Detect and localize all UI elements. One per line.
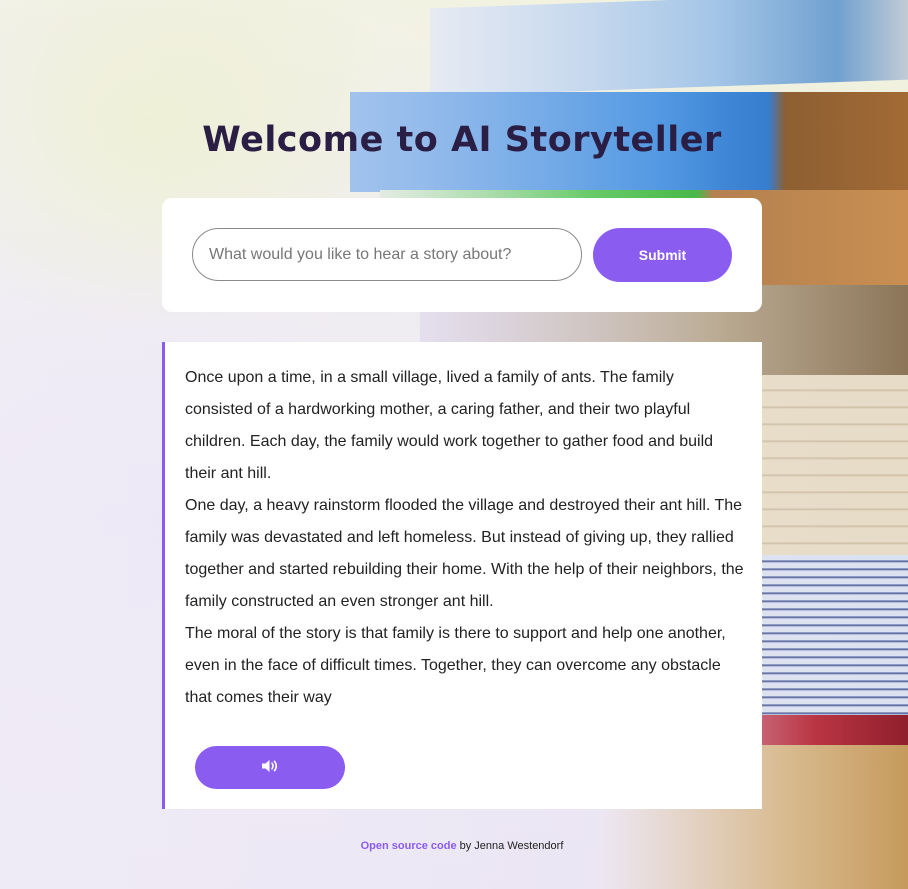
story-topic-input[interactable] [192, 228, 582, 281]
story-paragraph: One day, a heavy rainstorm flooded the v… [185, 497, 744, 610]
story-text: Once upon a time, in a small village, li… [185, 362, 745, 714]
story-paragraph: Once upon a time, in a small village, li… [185, 369, 714, 482]
prompt-card: Submit [162, 198, 762, 312]
footer: Open source code by Jenna Westendorf [0, 840, 908, 852]
page-title: Welcome to AI Storyteller [202, 120, 722, 160]
speaker-volume-icon [261, 759, 279, 776]
footer-author: by Jenna Westendorf [456, 840, 564, 852]
submit-button[interactable]: Submit [593, 228, 732, 282]
play-audio-button[interactable] [195, 746, 345, 789]
story-paragraph: The moral of the story is that family is… [185, 625, 726, 706]
open-source-link[interactable]: Open source code [361, 840, 457, 852]
story-card: Once upon a time, in a small village, li… [162, 342, 762, 809]
